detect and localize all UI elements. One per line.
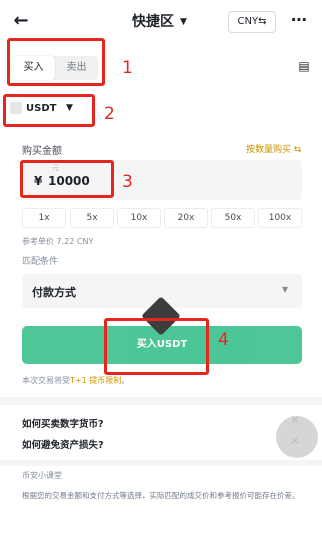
chevron-down-icon: ▼ [282, 285, 289, 294]
reference-price: 参考单价 7.22 CNY [22, 237, 94, 246]
section-divider-2 [0, 460, 322, 466]
title-caret-icon: ▼ [180, 17, 187, 27]
amount-label: 购买金额 [22, 146, 62, 157]
quick-amount-50x[interactable]: 50x [211, 208, 255, 228]
buy-by-quantity-link[interactable]: 按数量购买 ⇆ [246, 142, 301, 155]
settle-prefix: 本次交易将受 [22, 376, 70, 385]
faq-item-how-to-trade[interactable]: 如何买卖数字货币? [22, 416, 104, 430]
back-arrow-icon[interactable]: ← [10, 10, 32, 32]
payment-method-label: 付款方式 [32, 286, 76, 299]
annotation-number-4: 4 [218, 330, 229, 350]
more-options-icon[interactable]: ⋯ [288, 9, 310, 31]
classroom-title: 币安小课堂 [22, 471, 62, 480]
annotation-box-1 [7, 38, 105, 86]
orders-list-icon[interactable]: ▤ [298, 60, 310, 72]
settlement-note: 本次交易将受T+1 提币限制。 [22, 375, 129, 386]
classroom-text: 根据您的交易金额和支付方式等选择，实际匹配的成交价和参考报价可能存在价差。 [22, 491, 300, 500]
annotation-number-2: 2 [104, 104, 115, 124]
page-title-selector[interactable]: 快捷区 ▼ [132, 12, 187, 32]
annotation-box-4 [104, 318, 209, 375]
annotation-box-3 [20, 160, 114, 198]
faq-item-avoid-loss[interactable]: 如何避免资产损失? [22, 437, 104, 451]
settle-suffix: 。 [121, 376, 130, 385]
quick-amount-10x[interactable]: 10x [117, 208, 161, 228]
annotation-box-2 [3, 94, 95, 127]
quick-amount-100x[interactable]: 100x [258, 208, 302, 228]
annotation-number-1: 1 [122, 58, 133, 78]
match-conditions-label: 匹配条件 [22, 257, 59, 267]
currency-switch-button[interactable]: CNY⇆ [228, 11, 276, 33]
floating-assistive-touch[interactable] [276, 416, 318, 458]
quick-amount-1x[interactable]: 1x [22, 208, 66, 228]
quick-amount-5x[interactable]: 5x [70, 208, 114, 228]
annotation-number-3: 3 [122, 172, 133, 192]
section-divider [0, 397, 322, 405]
quick-amount-20x[interactable]: 20x [164, 208, 208, 228]
settle-highlight-link[interactable]: T+1 提币限制 [70, 376, 121, 385]
page-title: 快捷区 [132, 14, 174, 30]
